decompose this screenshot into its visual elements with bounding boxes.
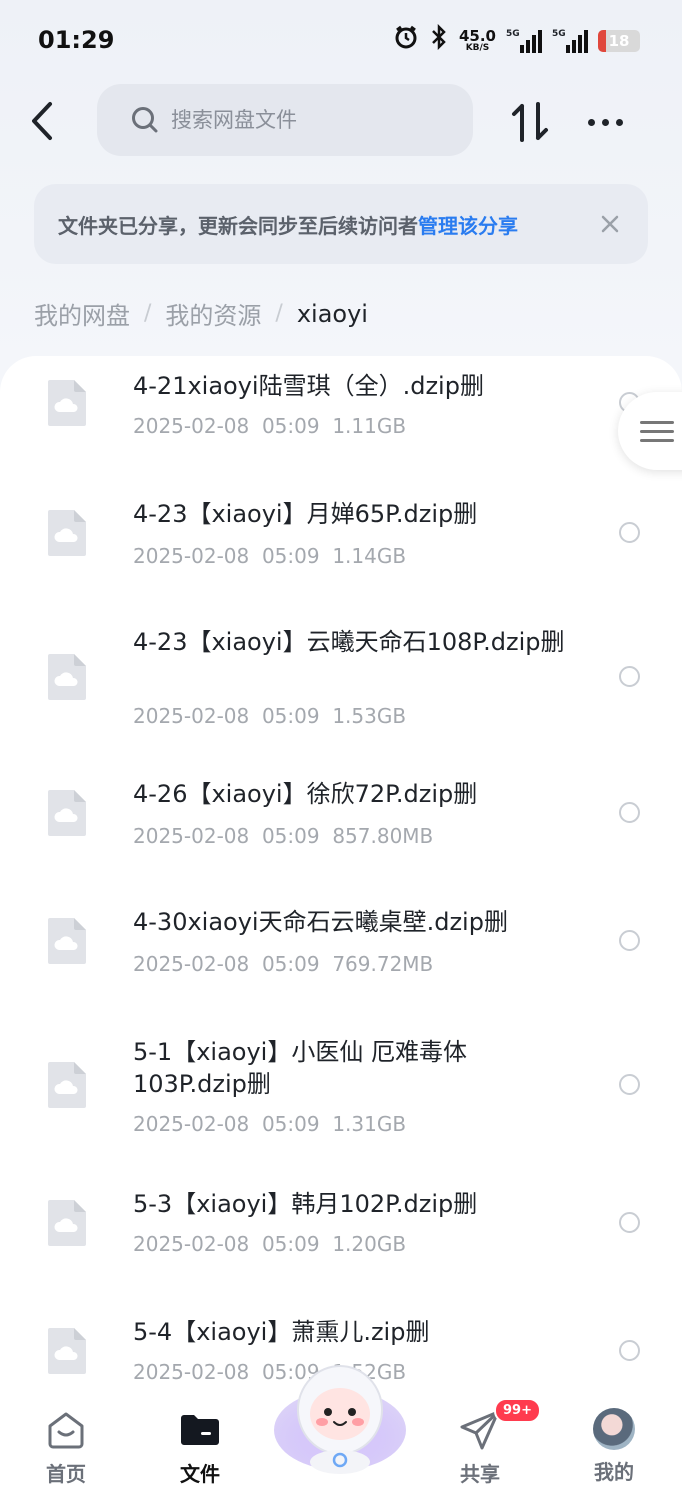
bluetooth-icon — [429, 23, 449, 58]
file-meta: 2025-02-08 05:09 1.14GB — [133, 544, 407, 568]
nav-profile[interactable]: 我的 — [574, 1408, 654, 1485]
file-name: 4-21xiaoyi陆雪琪（全）.dzip删 — [133, 372, 484, 400]
share-badge: 99+ — [494, 1398, 541, 1423]
select-checkbox[interactable] — [619, 1340, 640, 1361]
status-icons: 45.0 KB/S 5G 5G 18 — [393, 23, 640, 58]
mascot-button[interactable] — [270, 1356, 410, 1476]
more-button[interactable] — [588, 108, 632, 136]
file-meta: 2025-02-08 05:09 769.72MB — [133, 952, 434, 976]
file-name: 4-30xiaoyi天命石云曦桌壁.dzip删 — [133, 908, 508, 936]
breadcrumb-item-my-drive[interactable]: 我的网盘 — [34, 296, 130, 331]
file-cloud-icon — [46, 1060, 88, 1110]
file-name: 5-3【xiaoyi】韩月102P.dzip删 — [133, 1190, 478, 1218]
file-list: 4-21xiaoyi陆雪琪（全）.dzip删 2025-02-08 05:09 … — [0, 356, 682, 1500]
sort-icon — [512, 102, 548, 142]
breadcrumb-item-my-resources[interactable]: 我的资源 — [165, 296, 261, 331]
alarm-icon — [393, 24, 419, 58]
file-meta: 2025-02-08 05:09 1.31GB — [133, 1112, 407, 1136]
select-checkbox[interactable] — [619, 1074, 640, 1095]
manage-share-link[interactable]: 管理该分享 — [418, 210, 518, 239]
nav-home[interactable]: 首页 — [26, 1408, 106, 1487]
file-meta: 2025-02-08 05:09 1.11GB — [133, 414, 407, 438]
select-checkbox[interactable] — [619, 802, 640, 823]
breadcrumb: 我的网盘 / 我的资源 / xiaoyi — [34, 296, 368, 331]
file-cloud-icon — [46, 916, 88, 966]
file-name: 5-4【xiaoyi】萧熏儿.zip删 — [133, 1318, 430, 1346]
select-checkbox[interactable] — [619, 1212, 640, 1233]
select-checkbox[interactable] — [619, 522, 640, 543]
file-meta: 2025-02-08 05:09 1.53GB — [133, 704, 407, 728]
close-icon — [601, 215, 619, 233]
select-checkbox[interactable] — [619, 666, 640, 687]
back-button[interactable] — [22, 98, 66, 144]
file-name: 5-1【xiaoyi】小医仙 厄难毒体103P.dzip删 — [133, 1038, 467, 1098]
sort-button[interactable] — [510, 100, 552, 144]
folder-icon — [178, 1408, 222, 1452]
select-checkbox[interactable] — [619, 930, 640, 951]
file-cloud-icon — [46, 378, 88, 428]
file-meta: 2025-02-08 05:09 857.80MB — [133, 824, 434, 848]
search-box[interactable] — [97, 84, 473, 156]
file-name: 4-23【xiaoyi】月婵65P.dzip删 — [133, 500, 478, 528]
nav-files[interactable]: 文件 — [160, 1408, 240, 1487]
file-cloud-icon — [46, 788, 88, 838]
file-meta: 2025-02-08 05:09 1.20GB — [133, 1232, 407, 1256]
home-icon — [44, 1408, 88, 1452]
status-bar: 01:29 45.0 KB/S 5G 5G 18 — [0, 0, 682, 80]
file-cloud-icon — [46, 652, 88, 702]
signal-icon: 5G — [506, 29, 542, 53]
breadcrumb-item-current: xiaoyi — [296, 299, 368, 328]
back-arrow-icon — [32, 102, 52, 140]
search-icon — [132, 107, 158, 133]
breadcrumb-separator: / — [275, 301, 283, 326]
file-name: 4-26【xiaoyi】徐欣72P.dzip删 — [133, 780, 478, 808]
menu-icon — [640, 420, 674, 424]
file-cloud-icon — [46, 508, 88, 558]
file-cloud-icon — [46, 1326, 88, 1376]
status-time: 01:29 — [38, 26, 115, 54]
more-icon — [588, 118, 595, 126]
banner-text: 文件夹已分享，更新会同步至后续访问者 — [58, 213, 418, 238]
file-cloud-icon — [46, 1198, 88, 1248]
top-bar — [0, 84, 682, 158]
share-banner: 文件夹已分享，更新会同步至后续访问者 管理该分享 — [34, 184, 648, 264]
net-speed: 45.0 KB/S — [458, 27, 496, 53]
avatar — [593, 1408, 635, 1450]
breadcrumb-separator: / — [144, 301, 152, 326]
banner-close-button[interactable] — [596, 210, 624, 238]
file-name: 4-23【xiaoyi】云曦天命石108P.dzip删 — [133, 628, 565, 656]
search-input[interactable] — [171, 108, 431, 132]
mascot-icon — [274, 1365, 406, 1474]
signal-icon: 5G — [552, 29, 588, 53]
battery-icon: 18 — [598, 30, 640, 52]
